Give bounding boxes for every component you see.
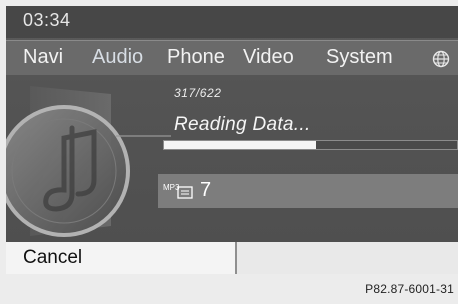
globe-icon[interactable] [432,50,450,73]
image-reference-code: P82.87-6001-31 [365,282,454,296]
clock: 03:34 [23,10,71,30]
track-number: 7 [200,179,212,201]
menu-item-navi[interactable]: Navi [23,46,63,69]
progress-bar [163,140,458,150]
music-note-icon [6,86,171,237]
menu-item-phone[interactable]: Phone [167,46,225,69]
menu-item-audio[interactable]: Audio [92,46,143,69]
progress-bar-fill [164,141,317,149]
mp3-icon: MP3 [163,181,197,206]
main-menu-bar: Navi Audio Phone Video System [6,40,458,75]
cancel-label: Cancel [23,247,83,268]
menu-item-video[interactable]: Video [243,46,294,69]
track-item[interactable]: MP3 7 [158,174,458,208]
reading-status: Reading Data... [174,114,311,135]
status-bar: 03:34 [6,6,458,38]
track-counter: 317/622 [174,86,222,100]
bottom-bar: Cancel [6,242,458,274]
display-screen: 03:34 Navi Audio Phone Video System 317/… [6,6,458,274]
cancel-button[interactable]: Cancel [6,242,237,274]
menu-item-system[interactable]: System [326,46,393,69]
